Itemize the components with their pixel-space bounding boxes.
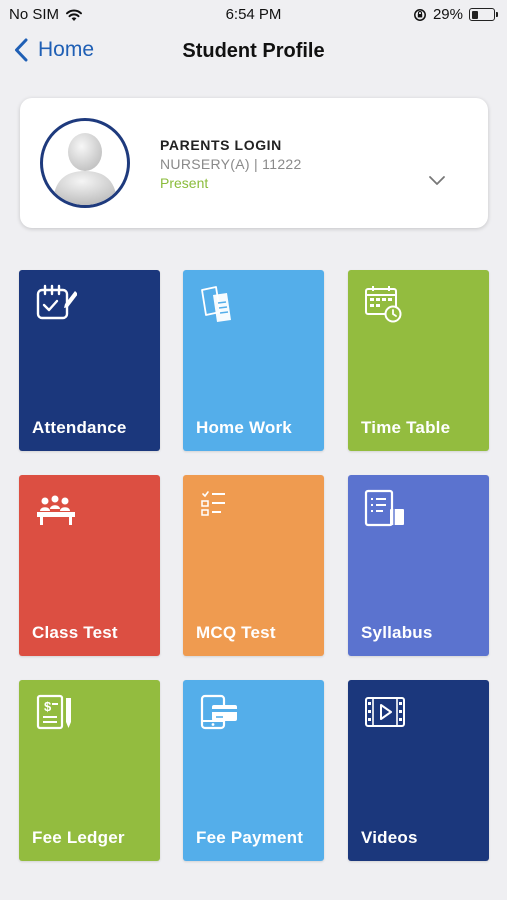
tile-label: Videos — [361, 828, 418, 847]
fee-payment-icon — [200, 694, 237, 730]
attendance-tile[interactable]: Attendance — [19, 270, 160, 451]
timetable-tile[interactable]: Time Table — [348, 270, 489, 451]
fee-ledger-tile[interactable]: $ Fee Ledger — [19, 680, 160, 861]
profile-info: PARENTS LOGIN NURSERY(A) | 11222 Present — [160, 137, 302, 191]
tile-label: Fee Ledger — [32, 828, 125, 847]
student-name: PARENTS LOGIN — [160, 137, 282, 153]
fee-payment-tile[interactable]: Fee Payment — [183, 680, 324, 861]
tile-label: MCQ Test — [196, 623, 276, 642]
page-title: Student Profile — [182, 40, 325, 62]
fee-ledger-icon: $ — [36, 694, 71, 730]
student-profile-card[interactable]: PARENTS LOGIN NURSERY(A) | 11222 Present — [20, 98, 488, 228]
class-test-tile[interactable]: Class Test — [19, 475, 160, 656]
homework-icon — [201, 286, 231, 322]
attendance-status: Present — [160, 175, 209, 191]
avatar — [40, 118, 130, 208]
battery-percent: 29% — [432, 6, 463, 23]
default-user-icon — [53, 133, 117, 205]
orientation-lock-icon — [414, 8, 426, 21]
status-bar: No SIM 6:54 PM 29% — [0, 0, 507, 30]
tile-label: Syllabus — [361, 623, 433, 642]
svg-text:$: $ — [44, 699, 52, 714]
homework-tile[interactable]: Home Work — [183, 270, 324, 451]
battery-level — [471, 10, 478, 19]
syllabus-tile[interactable]: Syllabus — [348, 475, 489, 656]
student-class-info: NURSERY(A) | 11222 — [160, 156, 302, 172]
tile-label: Attendance — [32, 418, 127, 437]
tile-label: Class Test — [32, 623, 118, 642]
timetable-icon — [365, 286, 402, 323]
mcq-test-icon — [201, 491, 225, 516]
navigation-bar: Home Student Profile — [0, 30, 507, 76]
status-right: 29% — [413, 6, 498, 23]
tile-label: Fee Payment — [196, 828, 304, 847]
class-test-icon — [37, 495, 75, 525]
chevron-down-icon[interactable] — [427, 174, 447, 188]
attendance-icon — [36, 284, 77, 320]
mcq-test-tile[interactable]: MCQ Test — [183, 475, 324, 656]
tile-label: Time Table — [361, 418, 451, 437]
videos-icon — [365, 697, 405, 727]
videos-tile[interactable]: Videos — [348, 680, 489, 861]
battery-icon — [469, 8, 498, 21]
tile-label: Home Work — [196, 418, 292, 437]
syllabus-icon — [364, 489, 404, 527]
